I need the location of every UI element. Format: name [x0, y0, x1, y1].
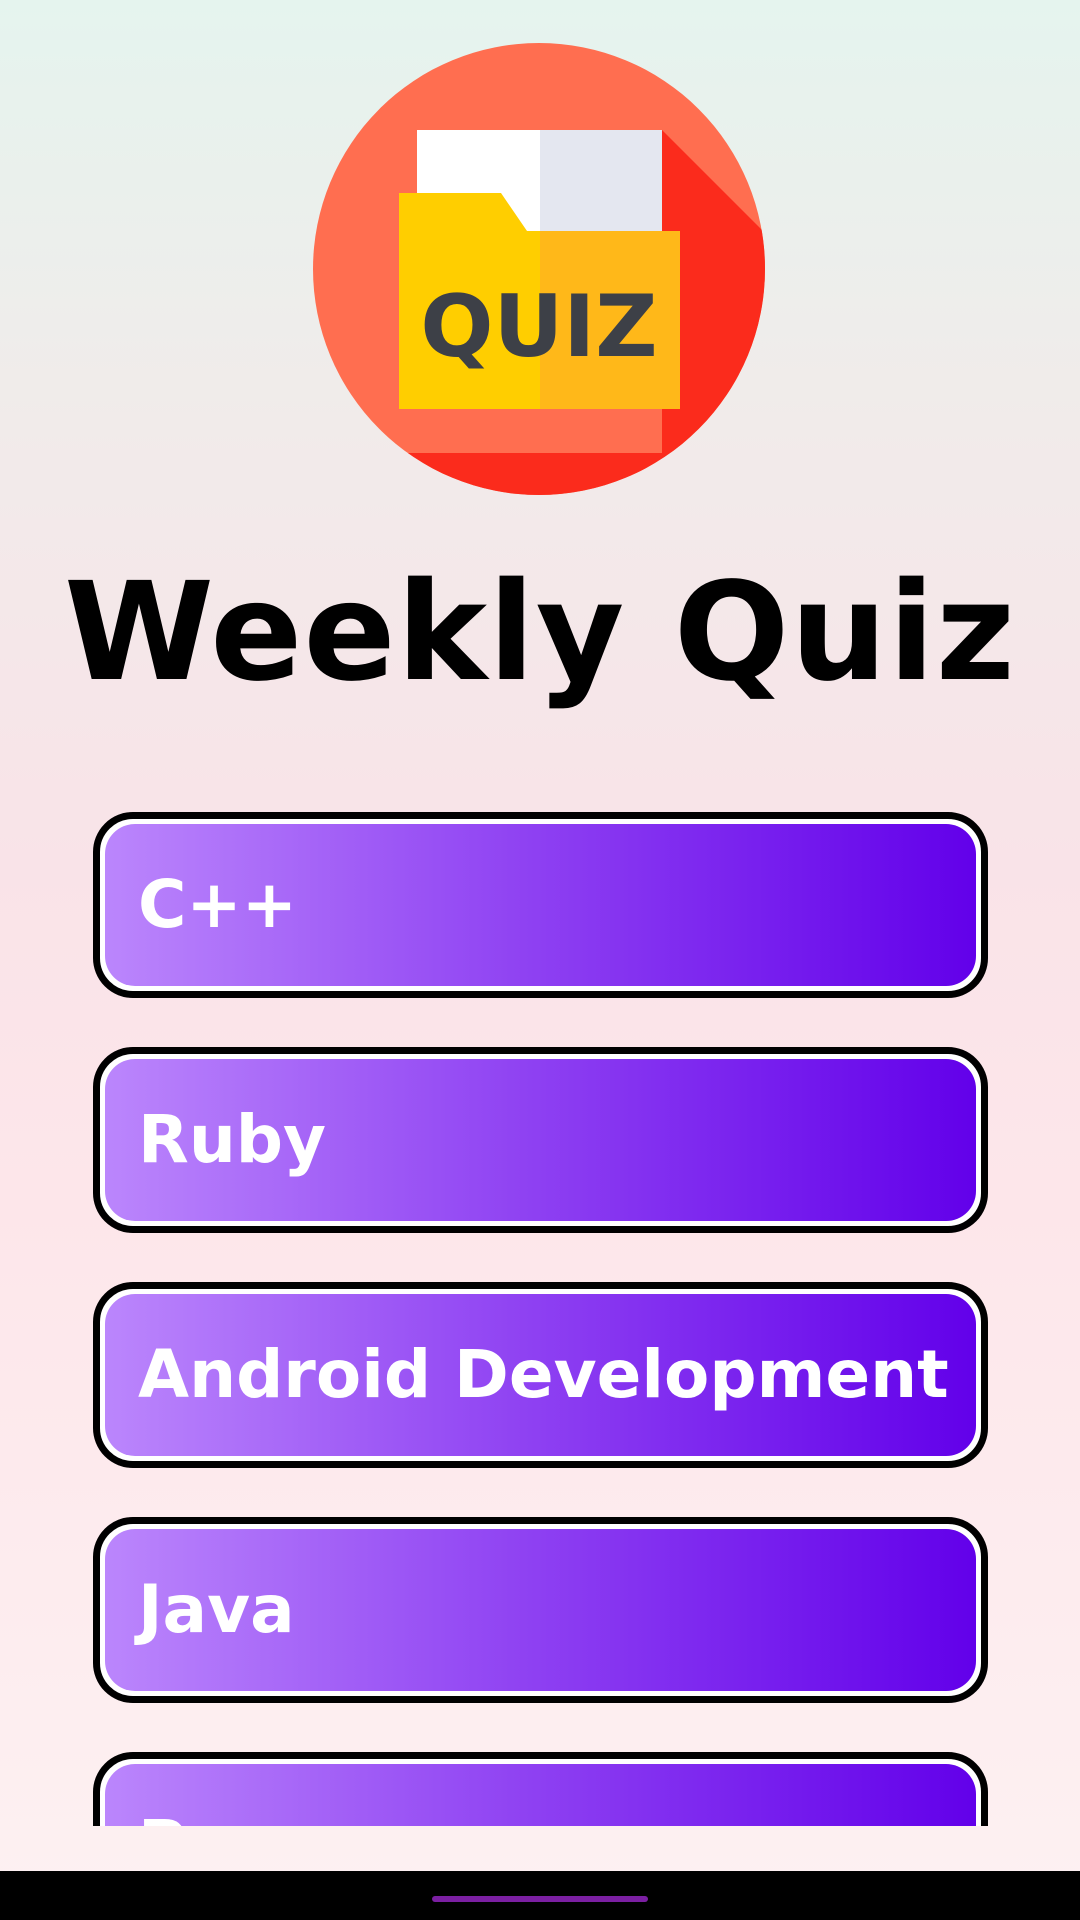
topic-button-fill: Android Development	[105, 1294, 976, 1456]
topic-label: Ruby	[138, 1101, 327, 1178]
topic-button-partial[interactable]: P	[93, 1752, 988, 1826]
topic-label: Java	[138, 1571, 295, 1648]
topic-label: Android Development	[138, 1336, 949, 1413]
logo-text: QUIZ	[420, 277, 657, 377]
topic-button-fill: C++	[105, 824, 976, 986]
topic-button-android-development[interactable]: Android Development	[93, 1282, 988, 1468]
topic-button-fill: Java	[105, 1529, 976, 1691]
page-title: Weekly Quiz	[64, 554, 1016, 712]
home-gesture-handle[interactable]	[432, 1896, 648, 1902]
quiz-folder-icon: QUIZ	[313, 43, 765, 495]
topic-button-fill: P	[105, 1764, 976, 1826]
topic-list: C++ Ruby Android Development Java P	[93, 812, 988, 1826]
topic-label: C++	[138, 866, 298, 943]
topic-button-cpp[interactable]: C++	[93, 812, 988, 998]
topic-button-ruby[interactable]: Ruby	[93, 1047, 988, 1233]
topic-button-fill: Ruby	[105, 1059, 976, 1221]
topic-button-java[interactable]: Java	[93, 1517, 988, 1703]
main-content: QUIZ Weekly Quiz C++ Ruby Android Develo…	[0, 0, 1080, 1826]
topic-label: P	[138, 1812, 186, 1827]
quiz-logo: QUIZ	[313, 43, 765, 495]
